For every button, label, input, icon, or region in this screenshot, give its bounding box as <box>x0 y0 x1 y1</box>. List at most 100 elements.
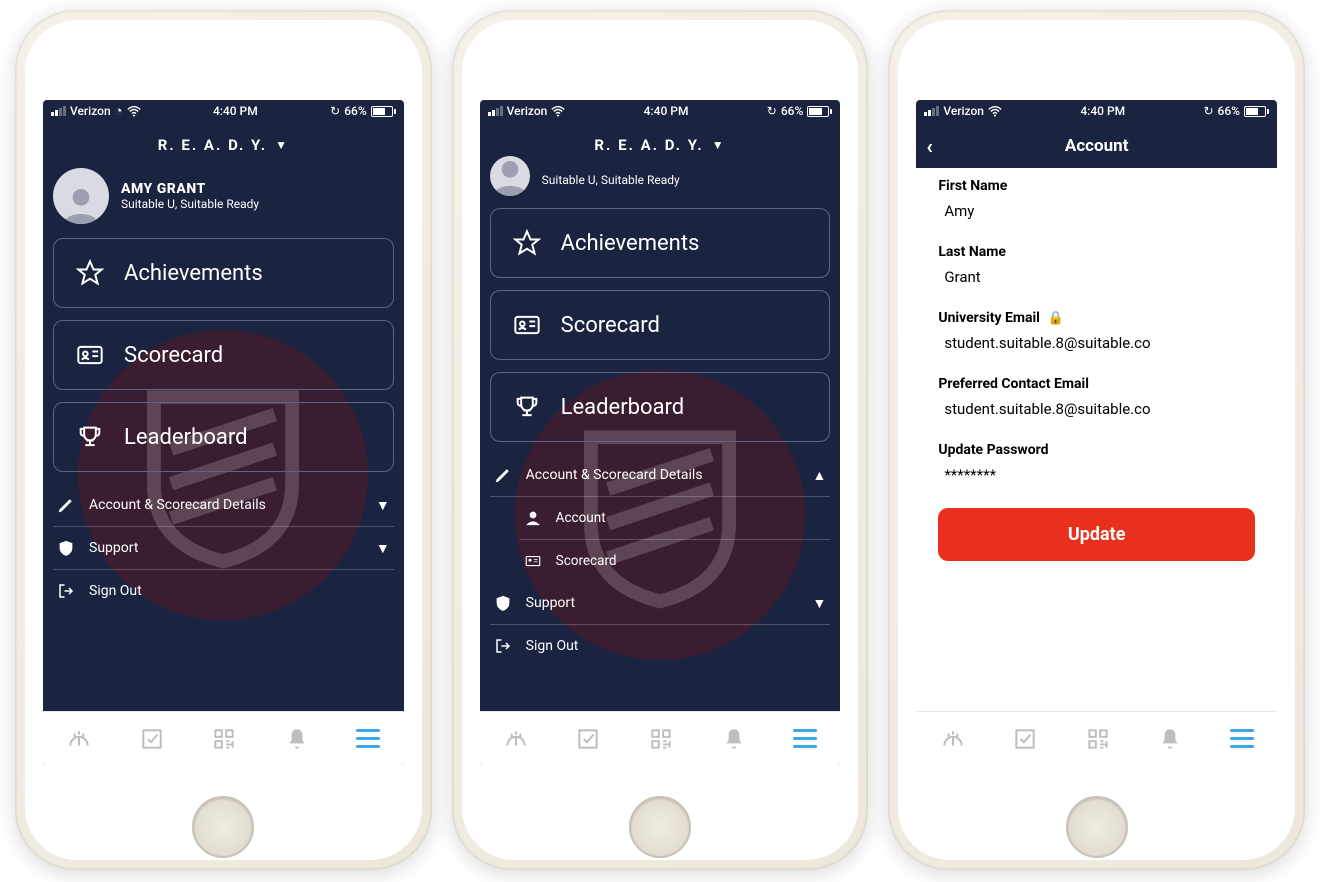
program-title: R. E. A. D. Y. <box>158 136 267 154</box>
battery-pct: 66% <box>781 104 803 118</box>
nav-menu[interactable] <box>793 729 817 748</box>
signout-icon <box>57 582 75 600</box>
person-icon <box>524 509 542 527</box>
id-card-icon <box>524 552 542 570</box>
hamburger-icon <box>356 729 380 748</box>
last-name-field[interactable]: Grant <box>938 268 1255 286</box>
account-header: ‹ Account <box>916 122 1277 168</box>
program-selector[interactable]: R. E. A. D. Y. ▼ <box>480 122 841 164</box>
program-selector[interactable]: R. E. A. D. Y. ▼ <box>43 122 404 164</box>
nav-notifications[interactable] <box>284 726 310 752</box>
carrier-label: Verizon <box>507 104 548 118</box>
signal-icon <box>924 106 939 116</box>
tile-achievements[interactable]: Achievements <box>53 238 394 308</box>
tile-leaderboard[interactable]: Leaderboard <box>53 402 394 472</box>
nav-notifications[interactable] <box>721 726 747 752</box>
update-button[interactable]: Update <box>938 508 1255 561</box>
preferred-email-field[interactable]: student.suitable.8@suitable.co <box>938 400 1255 418</box>
first-name-field[interactable]: Amy <box>938 202 1255 220</box>
home-button[interactable] <box>629 796 691 858</box>
submenu-account[interactable]: Account <box>520 497 831 540</box>
chevron-down-icon: ▼ <box>275 138 289 152</box>
signal-icon <box>51 106 66 116</box>
account-form: First Name Amy Last Name Grant Universit… <box>916 168 1277 711</box>
nav-menu[interactable] <box>356 729 380 748</box>
menu-label: Account & Scorecard Details <box>526 467 703 483</box>
signout-icon <box>494 637 512 655</box>
nav-notifications[interactable] <box>1157 726 1183 752</box>
profile-header-compact[interactable]: Suitable U, Suitable Ready <box>480 164 841 204</box>
tile-label: Achievements <box>124 261 263 286</box>
chevron-down-icon: ▼ <box>812 595 826 612</box>
screen-menu-expanded: Verizon 4:40 PM ↻ 66% R. E. A. D. Y. ▼ S <box>480 100 841 765</box>
profile-subtitle: Suitable U, Suitable Ready <box>542 173 680 187</box>
nav-tasks[interactable] <box>575 726 601 752</box>
menu-support[interactable]: Support ▼ <box>490 582 831 625</box>
wifi-icon <box>988 106 1002 117</box>
wifi-icon: ◔︎ <box>115 103 123 119</box>
phone-mockup-1: Verizon ◔︎ 4:40 PM ↻ 66% R. E. A. D. Y. … <box>15 10 432 870</box>
university-email-label: University Email 🔒 <box>938 310 1255 326</box>
phone-mockup-3: Verizon 4:40 PM ↻ 66% ‹ Account First Na… <box>888 10 1305 870</box>
tile-label: Scorecard <box>561 313 660 338</box>
hamburger-icon <box>1230 729 1254 748</box>
refresh-icon: ↻ <box>1203 104 1213 118</box>
status-bar: Verizon 4:40 PM ↻ 66% <box>480 100 841 122</box>
back-button[interactable]: ‹ <box>926 134 932 158</box>
tile-scorecard[interactable]: Scorecard <box>53 320 394 390</box>
tile-label: Leaderboard <box>561 395 685 420</box>
preferred-email-label: Preferred Contact Email <box>938 376 1255 392</box>
menu-account-details[interactable]: Account & Scorecard Details ▲ <box>490 454 831 497</box>
nav-dashboard[interactable] <box>66 726 92 752</box>
battery-icon <box>807 106 832 117</box>
home-button[interactable] <box>192 796 254 858</box>
tile-leaderboard[interactable]: Leaderboard <box>490 372 831 442</box>
nav-tasks[interactable] <box>1012 726 1038 752</box>
trophy-icon <box>513 393 541 421</box>
battery-icon <box>1244 106 1269 117</box>
nav-menu[interactable] <box>1230 729 1254 748</box>
trophy-icon <box>76 423 104 451</box>
shield-icon <box>57 539 75 557</box>
chevron-down-icon: ▼ <box>712 138 726 152</box>
nav-qr[interactable] <box>1085 726 1111 752</box>
home-button[interactable] <box>1066 796 1128 858</box>
menu-account-details[interactable]: Account & Scorecard Details ▼ <box>53 484 394 527</box>
submenu-scorecard[interactable]: Scorecard <box>520 540 831 582</box>
tile-label: Leaderboard <box>124 425 248 450</box>
tile-label: Scorecard <box>124 343 223 368</box>
last-name-label: Last Name <box>938 244 1255 260</box>
tile-achievements[interactable]: Achievements <box>490 208 831 278</box>
submenu-label: Account <box>556 510 606 526</box>
submenu-label: Scorecard <box>556 553 617 569</box>
page-title: Account <box>1065 136 1129 156</box>
profile-subtitle: Suitable U, Suitable Ready <box>121 197 259 211</box>
nav-dashboard[interactable] <box>940 726 966 752</box>
clock: 4:40 PM <box>644 104 689 118</box>
menu-support[interactable]: Support ▼ <box>53 527 394 570</box>
bottom-nav <box>916 711 1277 765</box>
profile-name: AMY GRANT <box>121 181 259 197</box>
nav-tasks[interactable] <box>139 726 165 752</box>
profile-header[interactable]: AMY GRANT Suitable U, Suitable Ready <box>43 164 404 234</box>
screen-account-form: Verizon 4:40 PM ↻ 66% ‹ Account First Na… <box>916 100 1277 765</box>
menu-label: Account & Scorecard Details <box>89 497 266 513</box>
nav-qr[interactable] <box>211 726 237 752</box>
menu-sign-out[interactable]: Sign Out <box>490 625 831 667</box>
carrier-label: Verizon <box>70 104 111 118</box>
tile-label: Achievements <box>561 231 700 256</box>
tile-scorecard[interactable]: Scorecard <box>490 290 831 360</box>
menu-label: Support <box>526 595 575 611</box>
password-field[interactable]: ******** <box>938 466 1255 484</box>
nav-dashboard[interactable] <box>503 726 529 752</box>
id-card-icon <box>513 311 541 339</box>
battery-pct: 66% <box>344 104 366 118</box>
chevron-down-icon: ▼ <box>376 497 390 514</box>
screen-menu-collapsed: Verizon ◔︎ 4:40 PM ↻ 66% R. E. A. D. Y. … <box>43 100 404 765</box>
avatar <box>490 156 530 196</box>
menu-sign-out[interactable]: Sign Out <box>53 570 394 612</box>
nav-qr[interactable] <box>648 726 674 752</box>
chevron-down-icon: ▼ <box>376 540 390 557</box>
wifi-icon <box>127 106 141 117</box>
bottom-nav <box>43 711 404 765</box>
